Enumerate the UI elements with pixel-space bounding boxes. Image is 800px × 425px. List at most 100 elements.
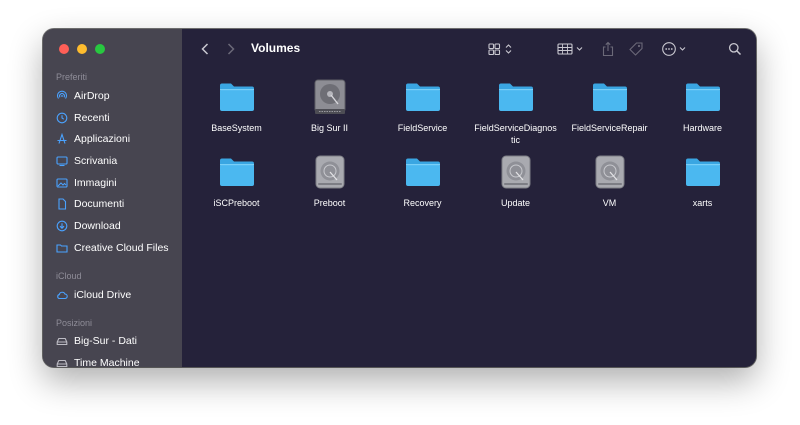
item-icon — [683, 152, 723, 192]
airdrop-icon — [56, 90, 68, 102]
toolbar: Volumes — [182, 29, 756, 69]
document-icon — [56, 197, 68, 210]
sidebar-item-immagini[interactable]: Immagini — [56, 173, 180, 192]
item-label: iSCPreboot — [213, 198, 260, 208]
more-actions-button[interactable] — [660, 39, 690, 59]
photo-icon — [56, 177, 68, 189]
folder-icon — [56, 242, 68, 254]
drive-icon — [56, 357, 68, 368]
sidebar-section-icloud: iCloud — [56, 271, 82, 281]
file-item-fieldservice[interactable]: FieldService — [376, 77, 469, 134]
item-label: Recovery — [403, 198, 442, 208]
item-label: FieldService — [397, 123, 448, 133]
window-title: Volumes — [251, 41, 301, 55]
folder-icon — [685, 158, 720, 186]
item-icon — [217, 152, 257, 192]
item-icon — [496, 152, 536, 192]
item-label: Hardware — [682, 123, 722, 133]
file-item-update[interactable]: Update — [469, 152, 562, 209]
item-icon — [310, 77, 350, 117]
group-icon — [557, 43, 583, 55]
item-icon — [590, 152, 630, 192]
close-button[interactable] — [59, 44, 69, 54]
sidebar-item-scrivania[interactable]: Scrivania — [56, 151, 180, 170]
back-button[interactable] — [198, 39, 212, 59]
share-icon — [602, 41, 614, 57]
file-item-big-sur-ii[interactable]: Big Sur II — [283, 77, 376, 134]
ellipsis-icon — [662, 42, 686, 56]
sidebar-item-label: iCloud Drive — [74, 288, 132, 301]
sidebar-item-label: AirDrop — [74, 89, 110, 102]
item-icon — [217, 77, 257, 117]
view-mode-button[interactable] — [486, 39, 516, 59]
tag-icon — [629, 42, 643, 56]
system-volume-icon — [595, 155, 624, 189]
tag-button[interactable] — [626, 39, 646, 59]
file-item-vm[interactable]: VM — [563, 152, 656, 209]
folder-icon — [498, 83, 533, 111]
file-item-hardware[interactable]: Hardware — [656, 77, 749, 134]
sidebar-item-applicazioni[interactable]: Applicazioni — [56, 129, 180, 148]
desktop-icon — [56, 155, 68, 167]
file-item-recovery[interactable]: Recovery — [376, 152, 469, 209]
content-area: Volumes BaseSystem Big Sur II FieldServi… — [182, 29, 756, 367]
zoom-button[interactable] — [95, 44, 105, 54]
sidebar-item-time-machine[interactable]: Time Machine — [56, 353, 180, 367]
folder-icon — [405, 83, 440, 111]
download-icon — [56, 220, 68, 232]
chevron-left-icon — [201, 43, 209, 55]
clock-icon — [56, 112, 68, 124]
applications-icon — [56, 132, 68, 145]
window-controls — [59, 44, 105, 54]
forward-button[interactable] — [224, 39, 238, 59]
sidebar-item-icloud-drive[interactable]: iCloud Drive — [56, 285, 180, 304]
sidebar-item-label: Applicazioni — [74, 132, 131, 145]
item-icon — [496, 77, 536, 117]
folder-icon — [219, 83, 254, 111]
item-icon — [310, 152, 350, 192]
group-button[interactable] — [555, 39, 587, 59]
sidebar-item-label: Immagini — [74, 176, 117, 189]
item-label: Big Sur II — [310, 123, 348, 133]
cloud-icon — [56, 289, 68, 301]
sidebar-item-documenti[interactable]: Documenti — [56, 194, 180, 213]
item-label: BaseSystem — [211, 123, 262, 133]
sidebar-item-label: Creative Cloud Files — [74, 241, 169, 254]
file-item-fieldservicediagnostic[interactable]: FieldServiceDiagnostic — [469, 77, 562, 146]
file-item-basesystem[interactable]: BaseSystem — [190, 77, 283, 134]
sidebar: Preferiti AirDrop Recenti Applicazioni S… — [43, 29, 182, 367]
item-label: Preboot — [313, 198, 346, 208]
sidebar-item-label: Documenti — [74, 197, 125, 210]
item-label: VM — [602, 198, 617, 208]
sidebar-section-posizioni: Posizioni — [56, 318, 93, 328]
search-icon — [728, 42, 742, 56]
search-button[interactable] — [726, 39, 744, 59]
file-item-fieldservicerepair[interactable]: FieldServiceRepair — [563, 77, 656, 134]
share-button[interactable] — [599, 39, 617, 59]
sidebar-item-airdrop[interactable]: AirDrop — [56, 86, 180, 105]
item-label: Update — [500, 198, 531, 208]
sidebar-item-label: Download — [74, 219, 121, 232]
file-item-preboot[interactable]: Preboot — [283, 152, 376, 209]
sidebar-item-recenti[interactable]: Recenti — [56, 108, 180, 127]
file-item-iscpreboot[interactable]: iSCPreboot — [190, 152, 283, 209]
chevron-right-icon — [227, 43, 235, 55]
sidebar-item-big-sur-dati[interactable]: Big-Sur - Dati — [56, 331, 180, 350]
drive-icon — [56, 335, 68, 347]
folder-icon — [685, 83, 720, 111]
icon-grid-icon — [488, 43, 512, 56]
minimize-button[interactable] — [77, 44, 87, 54]
item-icon — [403, 77, 443, 117]
sidebar-item-label: Big-Sur - Dati — [74, 334, 138, 347]
system-volume-icon — [501, 155, 530, 189]
sidebar-item-label: Scrivania — [74, 154, 118, 167]
file-item-xarts[interactable]: xarts — [656, 152, 749, 209]
sidebar-item-label: Recenti — [74, 111, 110, 124]
item-icon — [590, 77, 630, 117]
sidebar-section-preferiti: Preferiti — [56, 72, 88, 82]
sidebar-item-creative-cloud-files[interactable]: Creative Cloud Files — [56, 238, 180, 257]
sidebar-item-download[interactable]: Download — [56, 216, 180, 235]
item-icon — [403, 152, 443, 192]
item-icon — [683, 77, 723, 117]
sidebar-item-label: Time Machine — [74, 356, 140, 368]
